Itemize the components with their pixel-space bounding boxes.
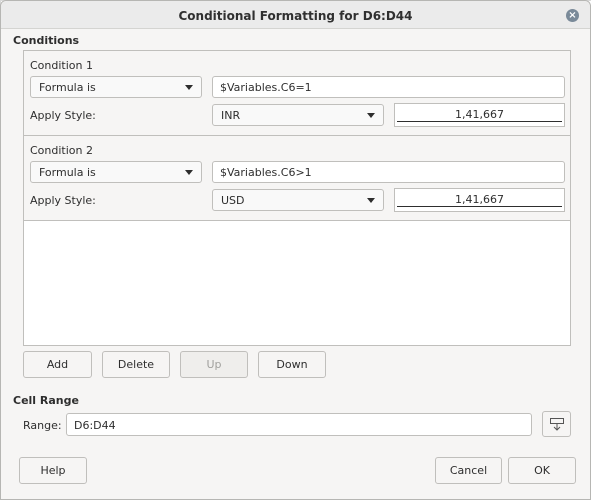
condition-2-style-dropdown[interactable]: USD bbox=[212, 189, 384, 211]
condition-1-type-value: Formula is bbox=[39, 81, 96, 94]
conditions-list: Condition 1 Formula is $Variables.C6=1 A… bbox=[23, 50, 571, 346]
cell-range-heading: Cell Range bbox=[13, 394, 79, 407]
condition-2-block: Condition 2 Formula is $Variables.C6>1 A… bbox=[24, 136, 570, 221]
condition-1-type-dropdown[interactable]: Formula is bbox=[30, 76, 202, 98]
title-bar: Conditional Formatting for D6:D44 × bbox=[1, 1, 590, 29]
condition-2-style-value: USD bbox=[221, 194, 245, 207]
delete-button[interactable]: Delete bbox=[102, 351, 170, 378]
condition-2-style-preview: 1,41,667 bbox=[394, 188, 565, 212]
shrink-range-button[interactable] bbox=[542, 411, 571, 437]
condition-2-preview-value: 1,41,667 bbox=[454, 193, 505, 206]
condition-1-preview-value: 1,41,667 bbox=[454, 108, 505, 121]
shrink-icon bbox=[550, 418, 564, 431]
condition-1-style-preview: 1,41,667 bbox=[394, 103, 565, 127]
condition-1-formula-input[interactable]: $Variables.C6=1 bbox=[212, 76, 565, 98]
chevron-down-icon bbox=[185, 85, 193, 90]
range-input[interactable]: D6:D44 bbox=[66, 413, 532, 436]
chevron-down-icon bbox=[367, 113, 375, 118]
condition-2-type-value: Formula is bbox=[39, 166, 96, 179]
dialog-title: Conditional Formatting for D6:D44 bbox=[178, 9, 413, 23]
down-button[interactable]: Down bbox=[258, 351, 326, 378]
condition-1-apply-style-label: Apply Style: bbox=[30, 109, 96, 122]
up-button[interactable]: Up bbox=[180, 351, 248, 378]
condition-2-formula-value: $Variables.C6>1 bbox=[220, 166, 312, 179]
condition-1-title: Condition 1 bbox=[30, 59, 93, 72]
range-value: D6:D44 bbox=[74, 419, 116, 432]
help-button[interactable]: Help bbox=[19, 457, 87, 484]
ok-button[interactable]: OK bbox=[508, 457, 576, 484]
chevron-down-icon bbox=[185, 170, 193, 175]
conditions-heading: Conditions bbox=[13, 34, 80, 47]
condition-2-apply-style-label: Apply Style: bbox=[30, 194, 96, 207]
conditional-formatting-dialog: Conditional Formatting for D6:D44 × Cond… bbox=[0, 0, 591, 500]
condition-1-block: Condition 1 Formula is $Variables.C6=1 A… bbox=[24, 51, 570, 136]
condition-1-style-value: INR bbox=[221, 109, 241, 122]
condition-2-type-dropdown[interactable]: Formula is bbox=[30, 161, 202, 183]
range-label: Range: bbox=[23, 419, 62, 432]
add-button[interactable]: Add bbox=[23, 351, 92, 378]
close-icon[interactable]: × bbox=[566, 9, 579, 22]
cancel-button[interactable]: Cancel bbox=[435, 457, 502, 484]
condition-1-style-dropdown[interactable]: INR bbox=[212, 104, 384, 126]
condition-2-formula-input[interactable]: $Variables.C6>1 bbox=[212, 161, 565, 183]
chevron-down-icon bbox=[367, 198, 375, 203]
condition-2-title: Condition 2 bbox=[30, 144, 93, 157]
condition-1-formula-value: $Variables.C6=1 bbox=[220, 81, 312, 94]
